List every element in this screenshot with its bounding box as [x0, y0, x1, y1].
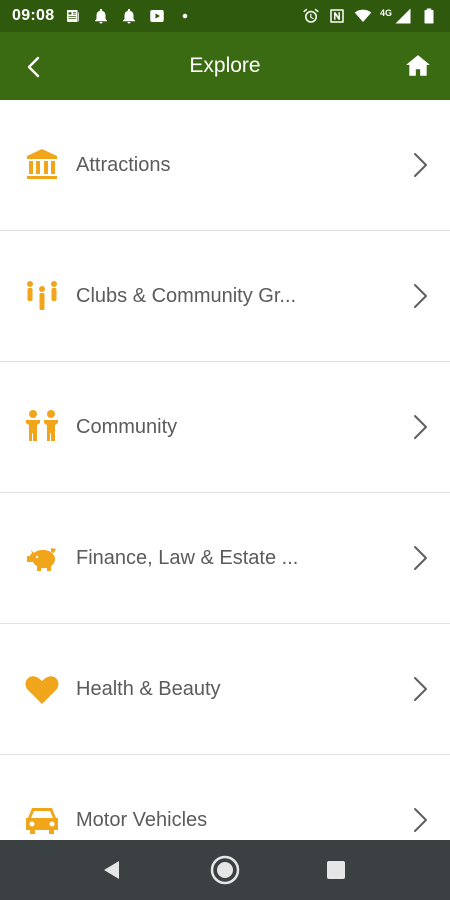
nfc-icon [328, 7, 346, 25]
chevron-right-icon [410, 674, 432, 704]
notification-bell-icon [92, 7, 110, 25]
list-item-label: Motor Vehicles [76, 808, 208, 831]
explore-category-list: Attractions Clubs & Community Gr... Comm… [0, 100, 450, 840]
status-bar: 09:08 4G [0, 0, 450, 32]
dot-icon [176, 7, 194, 25]
app-bar: Explore [0, 32, 450, 100]
chevron-right-icon [410, 805, 432, 835]
people-icon [24, 278, 60, 314]
chevron-right-icon [410, 150, 432, 180]
youtube-icon [148, 7, 166, 25]
heart-icon [24, 671, 60, 707]
nav-home-button[interactable] [205, 850, 245, 890]
list-item-label: Community [76, 415, 178, 438]
nav-recents-icon [327, 861, 345, 879]
list-item-motor-vehicles[interactable]: Motor Vehicles [0, 755, 450, 840]
notification-bell-icon [120, 7, 138, 25]
home-icon [406, 55, 430, 76]
piggy-bank-icon [24, 540, 60, 576]
home-button[interactable] [402, 50, 434, 82]
page-title: Explore [189, 54, 261, 77]
family-icon [24, 409, 60, 445]
battery-icon [420, 7, 438, 25]
nav-back-icon [104, 861, 119, 879]
status-system-icons: 4G [302, 7, 438, 25]
list-item-label: Health & Beauty [76, 677, 221, 700]
nav-home-icon [210, 855, 240, 885]
chevron-right-icon [410, 281, 432, 311]
list-item-community[interactable]: Community [0, 362, 450, 493]
nav-recents-button[interactable] [316, 850, 356, 890]
list-item-health-beauty[interactable]: Health & Beauty [0, 624, 450, 755]
alarm-icon [302, 7, 320, 25]
museum-icon [24, 147, 60, 183]
nav-back-button[interactable] [92, 850, 132, 890]
list-item-clubs-community-groups[interactable]: Clubs & Community Gr... [0, 231, 450, 362]
list-item-label: Clubs & Community Gr... [76, 284, 297, 307]
list-item-label: Finance, Law & Estate ... [76, 546, 299, 569]
chevron-right-icon [410, 412, 432, 442]
list-item-finance-law-estate[interactable]: Finance, Law & Estate ... [0, 493, 450, 624]
wifi-icon [354, 7, 372, 25]
chevron-right-icon [410, 543, 432, 573]
status-notification-icons [64, 7, 194, 25]
list-item-attractions[interactable]: Attractions [0, 100, 450, 231]
network-type-label: 4G [379, 8, 392, 18]
cell-signal-icon [394, 7, 412, 25]
system-navigation-bar [0, 840, 450, 900]
status-time: 09:08 [12, 7, 55, 24]
list-item-label: Attractions [76, 153, 171, 176]
car-icon [24, 802, 60, 838]
news-icon [64, 7, 82, 25]
